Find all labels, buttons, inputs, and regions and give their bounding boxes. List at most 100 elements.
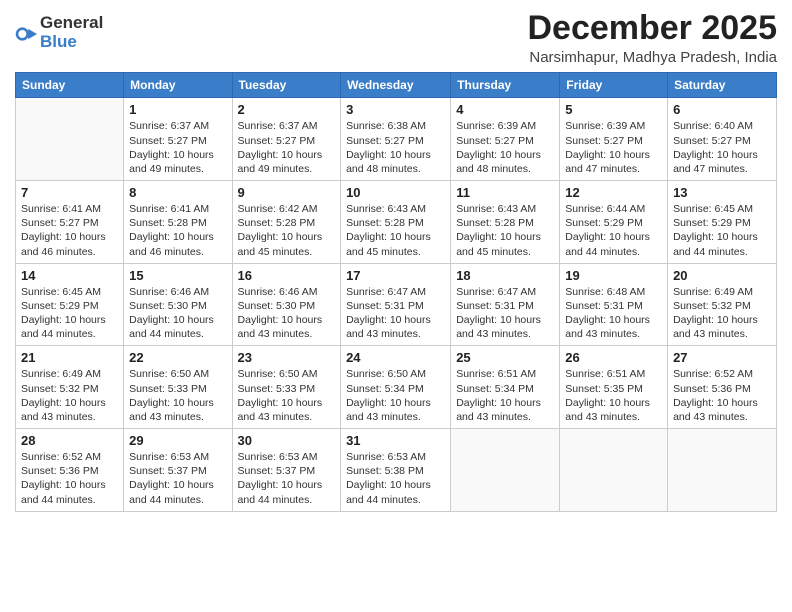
- day-info: Sunrise: 6:41 AMSunset: 5:28 PMDaylight:…: [129, 202, 226, 259]
- calendar-cell: [560, 429, 668, 512]
- day-number: 7: [21, 185, 118, 200]
- column-header-monday: Monday: [124, 73, 232, 98]
- day-number: 25: [456, 350, 554, 365]
- logo-text: General Blue: [40, 14, 103, 51]
- logo-blue: Blue: [40, 33, 103, 52]
- column-header-tuesday: Tuesday: [232, 73, 341, 98]
- day-number: 21: [21, 350, 118, 365]
- day-number: 29: [129, 433, 226, 448]
- day-info: Sunrise: 6:37 AMSunset: 5:27 PMDaylight:…: [238, 119, 336, 176]
- calendar-week-row: 1 Sunrise: 6:37 AMSunset: 5:27 PMDaylight…: [16, 98, 777, 181]
- calendar-header-row: SundayMondayTuesdayWednesdayThursdayFrid…: [16, 73, 777, 98]
- day-number: 15: [129, 268, 226, 283]
- day-info: Sunrise: 6:49 AMSunset: 5:32 PMDaylight:…: [21, 367, 118, 424]
- calendar-cell: 20 Sunrise: 6:49 AMSunset: 5:32 PMDayligh…: [668, 263, 777, 346]
- page: General Blue December 2025 Narsimhapur, …: [0, 0, 792, 612]
- day-number: 2: [238, 102, 336, 117]
- calendar-cell: 2 Sunrise: 6:37 AMSunset: 5:27 PMDaylight…: [232, 98, 341, 181]
- calendar-week-row: 21 Sunrise: 6:49 AMSunset: 5:32 PMDayligh…: [16, 346, 777, 429]
- calendar-cell: 13 Sunrise: 6:45 AMSunset: 5:29 PMDayligh…: [668, 181, 777, 264]
- calendar-cell: 5 Sunrise: 6:39 AMSunset: 5:27 PMDaylight…: [560, 98, 668, 181]
- calendar-cell: 14 Sunrise: 6:45 AMSunset: 5:29 PMDayligh…: [16, 263, 124, 346]
- calendar-cell: [451, 429, 560, 512]
- day-info: Sunrise: 6:53 AMSunset: 5:37 PMDaylight:…: [238, 450, 336, 507]
- logo: General Blue: [15, 14, 103, 51]
- calendar-cell: 7Sunrise: 6:41 AMSunset: 5:27 PMDaylight…: [16, 181, 124, 264]
- day-info: Sunrise: 6:45 AMSunset: 5:29 PMDaylight:…: [673, 202, 771, 259]
- day-number: 6: [673, 102, 771, 117]
- day-number: 28: [21, 433, 118, 448]
- calendar: SundayMondayTuesdayWednesdayThursdayFrid…: [15, 72, 777, 511]
- day-number: 3: [346, 102, 445, 117]
- calendar-cell: 10 Sunrise: 6:43 AMSunset: 5:28 PMDayligh…: [341, 181, 451, 264]
- day-info: Sunrise: 6:49 AMSunset: 5:32 PMDaylight:…: [673, 285, 771, 342]
- day-number: 14: [21, 268, 118, 283]
- day-info: Sunrise: 6:50 AMSunset: 5:33 PMDaylight:…: [129, 367, 226, 424]
- day-number: 30: [238, 433, 336, 448]
- calendar-cell: 24 Sunrise: 6:50 AMSunset: 5:34 PMDayligh…: [341, 346, 451, 429]
- day-number: 11: [456, 185, 554, 200]
- day-info: Sunrise: 6:53 AMSunset: 5:37 PMDaylight:…: [129, 450, 226, 507]
- day-info: Sunrise: 6:39 AMSunset: 5:27 PMDaylight:…: [565, 119, 662, 176]
- day-info: Sunrise: 6:46 AMSunset: 5:30 PMDaylight:…: [238, 285, 336, 342]
- day-info: Sunrise: 6:43 AMSunset: 5:28 PMDaylight:…: [456, 202, 554, 259]
- calendar-cell: 15 Sunrise: 6:46 AMSunset: 5:30 PMDayligh…: [124, 263, 232, 346]
- day-info: Sunrise: 6:43 AMSunset: 5:28 PMDaylight:…: [346, 202, 445, 259]
- calendar-cell: 18Sunrise: 6:47 AMSunset: 5:31 PMDayligh…: [451, 263, 560, 346]
- title-block: December 2025 Narsimhapur, Madhya Prades…: [527, 10, 777, 66]
- day-info: Sunrise: 6:53 AMSunset: 5:38 PMDaylight:…: [346, 450, 445, 507]
- calendar-week-row: 28 Sunrise: 6:52 AMSunset: 5:36 PMDayligh…: [16, 429, 777, 512]
- day-number: 20: [673, 268, 771, 283]
- calendar-cell: 12 Sunrise: 6:44 AMSunset: 5:29 PMDayligh…: [560, 181, 668, 264]
- day-info: Sunrise: 6:47 AMSunset: 5:31 PMDaylight:…: [346, 285, 445, 342]
- calendar-week-row: 7Sunrise: 6:41 AMSunset: 5:27 PMDaylight…: [16, 181, 777, 264]
- day-number: 5: [565, 102, 662, 117]
- day-info: Sunrise: 6:46 AMSunset: 5:30 PMDaylight:…: [129, 285, 226, 342]
- day-info: Sunrise: 6:42 AMSunset: 5:28 PMDaylight:…: [238, 202, 336, 259]
- column-header-sunday: Sunday: [16, 73, 124, 98]
- calendar-week-row: 14 Sunrise: 6:45 AMSunset: 5:29 PMDayligh…: [16, 263, 777, 346]
- day-info: Sunrise: 6:37 AMSunset: 5:27 PMDaylight:…: [129, 119, 226, 176]
- calendar-cell: 31Sunrise: 6:53 AMSunset: 5:38 PMDayligh…: [341, 429, 451, 512]
- day-number: 17: [346, 268, 445, 283]
- calendar-cell: 29 Sunrise: 6:53 AMSunset: 5:37 PMDayligh…: [124, 429, 232, 512]
- day-info: Sunrise: 6:39 AMSunset: 5:27 PMDaylight:…: [456, 119, 554, 176]
- calendar-cell: 30 Sunrise: 6:53 AMSunset: 5:37 PMDayligh…: [232, 429, 341, 512]
- column-header-wednesday: Wednesday: [341, 73, 451, 98]
- calendar-cell: 17 Sunrise: 6:47 AMSunset: 5:31 PMDayligh…: [341, 263, 451, 346]
- header: General Blue December 2025 Narsimhapur, …: [15, 10, 777, 66]
- day-number: 8: [129, 185, 226, 200]
- calendar-cell: 3Sunrise: 6:38 AMSunset: 5:27 PMDaylight…: [341, 98, 451, 181]
- day-info: Sunrise: 6:51 AMSunset: 5:34 PMDaylight:…: [456, 367, 554, 424]
- day-info: Sunrise: 6:44 AMSunset: 5:29 PMDaylight:…: [565, 202, 662, 259]
- day-number: 22: [129, 350, 226, 365]
- day-info: Sunrise: 6:48 AMSunset: 5:31 PMDaylight:…: [565, 285, 662, 342]
- calendar-cell: 22 Sunrise: 6:50 AMSunset: 5:33 PMDayligh…: [124, 346, 232, 429]
- day-info: Sunrise: 6:50 AMSunset: 5:34 PMDaylight:…: [346, 367, 445, 424]
- day-number: 1: [129, 102, 226, 117]
- day-number: 16: [238, 268, 336, 283]
- calendar-cell: 4Sunrise: 6:39 AMSunset: 5:27 PMDaylight…: [451, 98, 560, 181]
- day-info: Sunrise: 6:50 AMSunset: 5:33 PMDaylight:…: [238, 367, 336, 424]
- day-number: 9: [238, 185, 336, 200]
- day-number: 24: [346, 350, 445, 365]
- day-number: 12: [565, 185, 662, 200]
- day-number: 13: [673, 185, 771, 200]
- day-info: Sunrise: 6:45 AMSunset: 5:29 PMDaylight:…: [21, 285, 118, 342]
- calendar-cell: 28 Sunrise: 6:52 AMSunset: 5:36 PMDayligh…: [16, 429, 124, 512]
- day-info: Sunrise: 6:52 AMSunset: 5:36 PMDaylight:…: [21, 450, 118, 507]
- calendar-cell: 11 Sunrise: 6:43 AMSunset: 5:28 PMDayligh…: [451, 181, 560, 264]
- calendar-cell: [668, 429, 777, 512]
- day-number: 19: [565, 268, 662, 283]
- calendar-cell: 27Sunrise: 6:52 AMSunset: 5:36 PMDayligh…: [668, 346, 777, 429]
- logo-icon: [15, 23, 37, 45]
- calendar-cell: 8 Sunrise: 6:41 AMSunset: 5:28 PMDaylight…: [124, 181, 232, 264]
- calendar-cell: 6Sunrise: 6:40 AMSunset: 5:27 PMDaylight…: [668, 98, 777, 181]
- calendar-cell: 1 Sunrise: 6:37 AMSunset: 5:27 PMDaylight…: [124, 98, 232, 181]
- calendar-cell: 19 Sunrise: 6:48 AMSunset: 5:31 PMDayligh…: [560, 263, 668, 346]
- day-info: Sunrise: 6:51 AMSunset: 5:35 PMDaylight:…: [565, 367, 662, 424]
- calendar-cell: 25 Sunrise: 6:51 AMSunset: 5:34 PMDayligh…: [451, 346, 560, 429]
- day-number: 26: [565, 350, 662, 365]
- calendar-cell: [16, 98, 124, 181]
- day-number: 10: [346, 185, 445, 200]
